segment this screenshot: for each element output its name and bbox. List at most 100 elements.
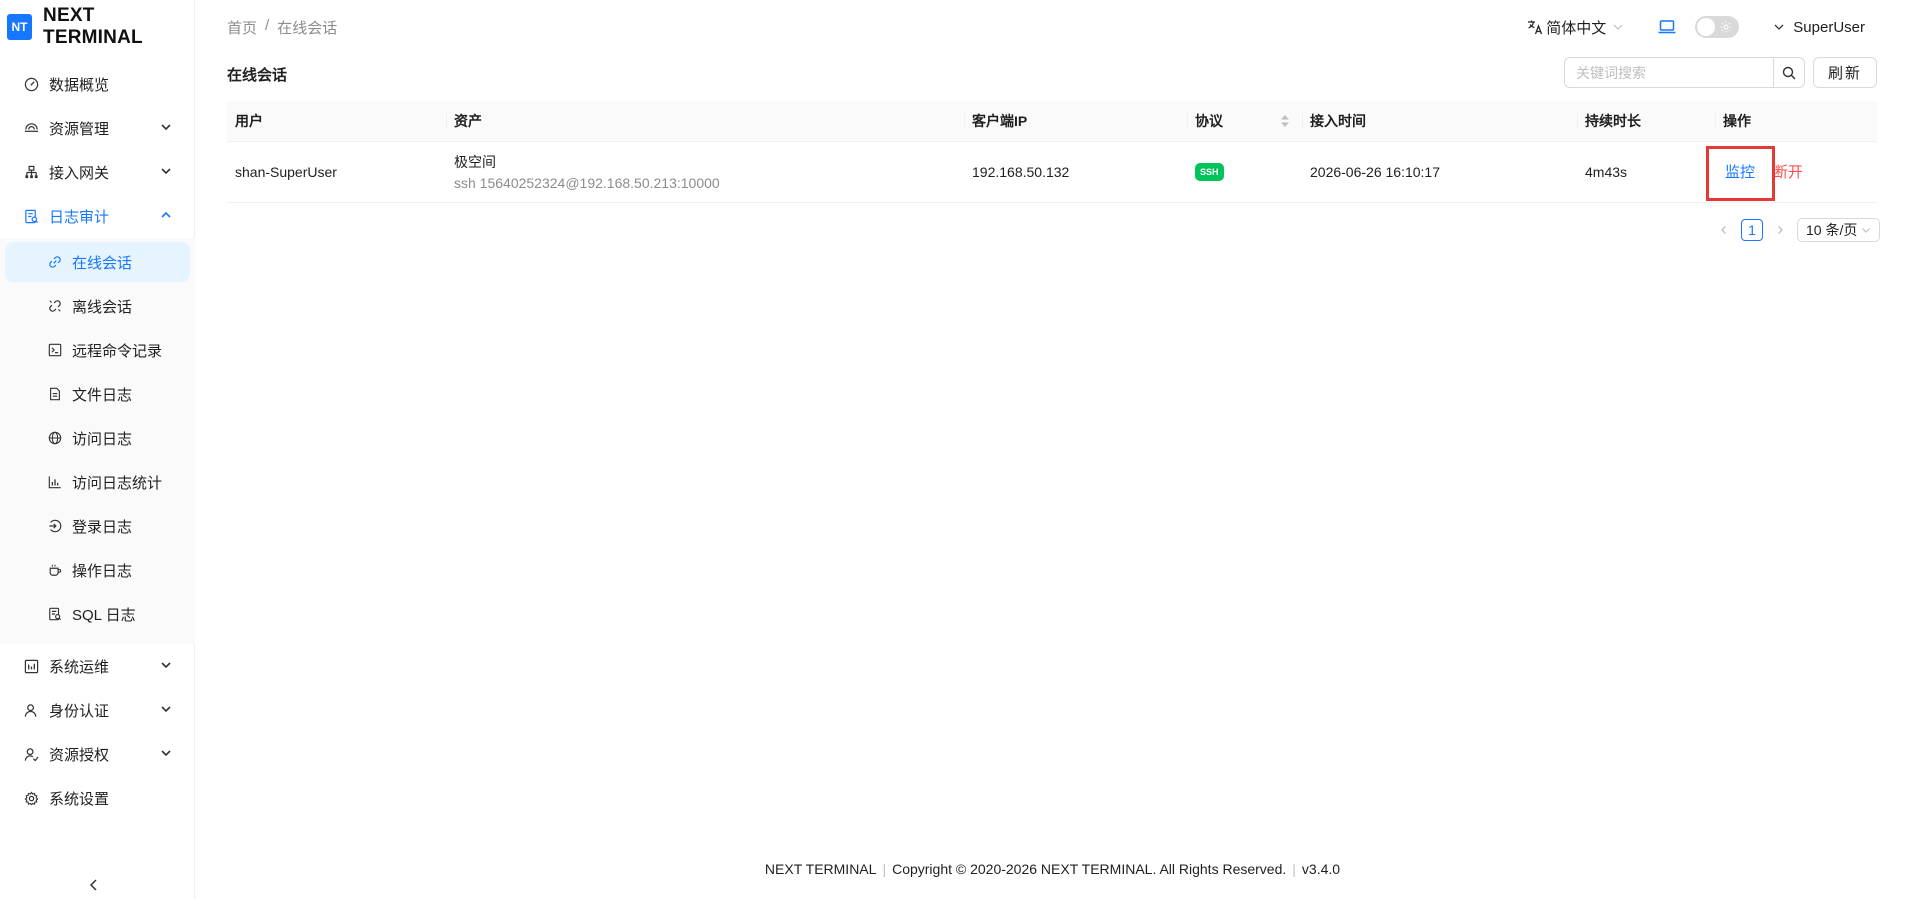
search-icon [1782, 66, 1796, 79]
sidebar-item-access-logs[interactable]: 访问日志 [5, 418, 190, 458]
chevron-down-icon [1613, 24, 1623, 30]
audit-submenu: 在线会话 离线会话 远程命令记录 文件日志 访问日志 访问日志统计 登录日志 操… [0, 238, 195, 644]
sidebar-item-label: 在线会话 [72, 254, 133, 272]
sidebar-item-audit[interactable]: 日志审计 [0, 194, 195, 238]
chevron-down-icon [161, 706, 171, 713]
sidebar-item-label: 操作日志 [72, 562, 133, 580]
chevron-down-icon [161, 124, 171, 131]
sidebar-item-dashboard[interactable]: 数据概览 [0, 62, 195, 106]
terminal-icon [47, 343, 62, 358]
column-header-actions: 操作 [1715, 101, 1877, 142]
sidebar-item-system-ops[interactable]: 系统运维 [0, 644, 195, 688]
chevron-down-icon [1774, 24, 1784, 30]
collapse-sidebar-icon[interactable] [86, 877, 102, 893]
monitor-link[interactable]: 监控 [1725, 164, 1755, 181]
sidebar-item-label: 数据概览 [49, 76, 110, 94]
breadcrumb-home[interactable]: 首页 [227, 17, 257, 38]
next-page-button[interactable] [1769, 219, 1791, 241]
protocol-tag: SSH [1195, 163, 1224, 181]
settings-icon [23, 790, 39, 806]
cell-duration: 4m43s [1577, 141, 1715, 203]
brand-name: NEXT TERMINAL [43, 5, 143, 48]
footer-divider: | [1292, 861, 1296, 877]
identity-icon [23, 702, 39, 718]
theme-toggle[interactable] [1695, 16, 1740, 38]
sidebar-item-operation-logs[interactable]: 操作日志 [5, 550, 190, 590]
sidebar-item-label: 访问日志统计 [72, 474, 163, 492]
page-number[interactable]: 1 [1741, 219, 1763, 241]
sidebar-item-label: 系统运维 [49, 658, 110, 676]
sidebar-item-label: 远程命令记录 [72, 342, 163, 360]
sidebar-item-settings[interactable]: 系统设置 [0, 776, 195, 820]
sidebar-item-label: 系统设置 [49, 790, 110, 808]
column-header-user: 用户 [227, 101, 446, 142]
breadcrumb-separator: / [265, 17, 270, 34]
sql-file-icon [47, 607, 62, 622]
sidebar-item-identity[interactable]: 身份认证 [0, 688, 195, 732]
language-selector[interactable]: 简体中文 [1527, 17, 1624, 38]
footer-name: NEXT TERMINAL [764, 861, 877, 877]
file-icon [47, 387, 62, 402]
page-size-select[interactable]: 10 条/页 [1797, 218, 1881, 242]
column-header-protocol[interactable]: 协议 [1187, 101, 1302, 142]
refresh-button[interactable]: 刷新 [1813, 57, 1877, 88]
chevron-down-icon [161, 168, 171, 175]
cell-user: shan-SuperUser [227, 141, 446, 203]
prev-page-button[interactable] [1713, 219, 1735, 241]
cell-actions: 监控 断开 [1715, 141, 1877, 203]
link-icon [47, 255, 62, 270]
page-size-label: 10 条/页 [1806, 222, 1858, 238]
search-input[interactable] [1564, 57, 1773, 88]
footer-copyright: Copyright © 2020-2026 NEXT TERMINAL. All… [892, 861, 1287, 877]
sidebar-menu: 数据概览 资源管理 接入网关 日志审计 在线会话 离线会话 远程命令记录 文件日… [0, 62, 195, 820]
sidebar-item-authorization[interactable]: 资源授权 [0, 732, 195, 776]
chevron-up-icon [161, 211, 171, 218]
asset-name: 极空间 [454, 154, 496, 170]
search-button[interactable] [1773, 57, 1805, 88]
chevron-down-icon [161, 750, 171, 757]
table-header-row: 用户 资产 客户端IP 协议 接入时间 持续时长 操作 [227, 101, 1877, 142]
coffee-icon [47, 563, 62, 578]
dashboard-icon [23, 76, 39, 92]
breadcrumb-current: 在线会话 [277, 20, 338, 37]
pagination: 1 10 条/页 [1713, 218, 1881, 242]
sidebar-item-label: 日志审计 [49, 208, 110, 226]
sidebar-item-label: 登录日志 [72, 518, 133, 536]
column-header-access-time: 接入时间 [1302, 101, 1577, 142]
sidebar-item-sql-logs[interactable]: SQL 日志 [5, 594, 190, 634]
footer-version: v3.4.0 [1301, 861, 1341, 877]
sessions-table: 用户 资产 客户端IP 协议 接入时间 持续时长 操作 shan-SuperUs… [227, 101, 1877, 203]
breadcrumb: 首页 / 在线会话 [227, 17, 337, 38]
footer: NEXT TERMINAL | Copyright © 2020-2026 NEXT… [195, 861, 1910, 877]
toggle-knob [1697, 18, 1716, 36]
column-header-asset: 资产 [446, 101, 964, 142]
sun-icon [1720, 21, 1732, 33]
page-title: 在线会话 [227, 67, 288, 84]
cell-protocol: SSH [1187, 141, 1302, 203]
laptop-icon[interactable] [1658, 17, 1678, 37]
sidebar-item-resources[interactable]: 资源管理 [0, 106, 195, 150]
brand[interactable]: NT NEXT TERMINAL [7, 5, 194, 48]
sidebar-item-file-logs[interactable]: 文件日志 [5, 374, 190, 414]
search-bar [1564, 57, 1805, 88]
sidebar-item-login-logs[interactable]: 登录日志 [5, 506, 190, 546]
sidebar-item-label: 文件日志 [72, 386, 133, 404]
header-actions: 简体中文 SuperUser [1527, 14, 1865, 40]
unlink-icon [47, 299, 62, 314]
sidebar-item-remote-commands[interactable]: 远程命令记录 [5, 330, 190, 370]
footer-divider: | [882, 861, 887, 877]
column-header-duration: 持续时长 [1577, 101, 1715, 142]
sort-icon[interactable] [1280, 114, 1290, 128]
sidebar-item-access-stats[interactable]: 访问日志统计 [5, 462, 190, 502]
user-menu[interactable]: SuperUser [1773, 19, 1865, 36]
sidebar-item-label: 接入网关 [49, 164, 110, 182]
sidebar-item-label: 离线会话 [72, 298, 133, 316]
login-icon [47, 519, 62, 534]
authorization-icon [23, 746, 39, 762]
sidebar-item-label: 资源管理 [49, 120, 110, 138]
disconnect-link[interactable]: 断开 [1773, 164, 1803, 181]
sidebar-item-gateway[interactable]: 接入网关 [0, 150, 195, 194]
sidebar-item-offline-sessions[interactable]: 离线会话 [5, 286, 190, 326]
sidebar-item-online-sessions[interactable]: 在线会话 [5, 242, 190, 282]
translate-icon [1528, 20, 1543, 35]
